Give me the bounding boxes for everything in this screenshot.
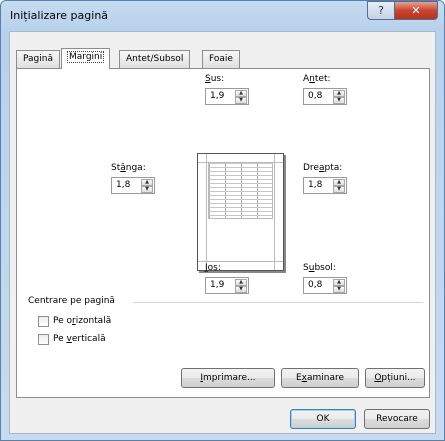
preview-grid xyxy=(208,162,273,219)
help-button[interactable]: ? xyxy=(367,1,395,20)
spin-up-icon[interactable]: ▲ xyxy=(141,179,153,186)
spin-up-icon[interactable]: ▲ xyxy=(333,90,345,97)
print-preview-button[interactable]: Examinare xyxy=(281,368,359,388)
section-separator xyxy=(133,302,423,303)
footer-margin-spinner[interactable]: 0,8 ▲ ▼ xyxy=(303,277,347,294)
help-icon: ? xyxy=(378,4,384,17)
footer-margin-value[interactable]: 0,8 xyxy=(308,280,322,290)
spin-up-icon[interactable]: ▲ xyxy=(235,90,247,97)
options-button[interactable]: Opțiuni... xyxy=(365,368,425,388)
margin-guide xyxy=(198,261,283,262)
margins-panel: Sus: 1,9 ▲ ▼ Antet: 0,8 ▲ ▼ Stânga: 1,8 ▲ ▼… xyxy=(16,68,430,398)
tab-label: Pagină xyxy=(23,54,53,64)
bottom-margin-value[interactable]: 1,9 xyxy=(210,280,224,290)
spin-down-icon[interactable]: ▼ xyxy=(141,186,153,193)
dialog-title: Inițializare pagină xyxy=(10,9,109,22)
button-label: Examinare xyxy=(295,373,345,383)
button-label: Opțiuni... xyxy=(374,373,416,383)
tab-label: Antet/Subsol xyxy=(126,54,184,64)
button-label: OK xyxy=(316,414,330,424)
vertical-center-label[interactable]: Pe verticală xyxy=(53,334,106,344)
spin-up-icon[interactable]: ▲ xyxy=(333,179,345,186)
title-bar[interactable]: Inițializare pagină ? ✕ xyxy=(1,1,444,31)
tab-label: Foaie xyxy=(209,54,233,64)
left-margin-value[interactable]: 1,8 xyxy=(116,180,130,190)
close-button[interactable]: ✕ xyxy=(394,1,438,20)
footer-margin-label: Subsol: xyxy=(303,263,336,273)
header-margin-label: Antet: xyxy=(303,74,331,84)
print-button[interactable]: Imprimare... xyxy=(181,368,275,388)
top-margin-value[interactable]: 1,9 xyxy=(210,91,224,101)
tab-pagina[interactable]: Pagină xyxy=(16,50,60,68)
right-margin-spinner[interactable]: 1,8 ▲ ▼ xyxy=(303,177,347,194)
top-margin-label: Sus: xyxy=(205,74,225,84)
spin-up-icon[interactable]: ▲ xyxy=(333,279,345,286)
ok-button[interactable]: OK xyxy=(290,409,356,429)
button-label: Imprimare... xyxy=(200,373,256,383)
left-margin-spinner[interactable]: 1,8 ▲ ▼ xyxy=(111,177,155,194)
cancel-button[interactable]: Revocare xyxy=(364,409,430,429)
right-margin-label: Dreapta: xyxy=(303,163,343,173)
horizontal-center-checkbox[interactable] xyxy=(38,316,49,327)
button-label: Revocare xyxy=(376,414,418,424)
tab-foaie[interactable]: Foaie xyxy=(202,50,240,68)
vertical-center-checkbox[interactable] xyxy=(38,334,49,345)
dialog-body: Pagină Margini Antet/Subsol Foaie Sus: 1… xyxy=(9,31,436,434)
left-margin-label: Stânga: xyxy=(111,163,146,173)
header-margin-value[interactable]: 0,8 xyxy=(308,91,322,101)
spin-up-icon[interactable]: ▲ xyxy=(235,279,247,286)
center-on-page-title: Centrare pe pagină xyxy=(28,296,115,306)
spin-down-icon[interactable]: ▼ xyxy=(333,286,345,293)
margin-guide xyxy=(206,154,207,270)
spin-down-icon[interactable]: ▼ xyxy=(333,186,345,193)
bottom-margin-spinner[interactable]: 1,9 ▲ ▼ xyxy=(205,277,249,294)
margin-guide xyxy=(274,154,275,270)
tab-antet-subsol[interactable]: Antet/Subsol xyxy=(119,50,191,68)
page-preview xyxy=(197,153,284,271)
tab-margini[interactable]: Margini xyxy=(61,48,111,69)
spin-down-icon[interactable]: ▼ xyxy=(333,97,345,104)
right-margin-value[interactable]: 1,8 xyxy=(308,180,322,190)
bottom-margin-label: Jos: xyxy=(205,263,221,273)
tab-label: Margini xyxy=(66,51,105,63)
page-setup-dialog: Inițializare pagină ? ✕ Pagină Margini A… xyxy=(0,0,445,441)
spin-down-icon[interactable]: ▼ xyxy=(235,97,247,104)
spin-down-icon[interactable]: ▼ xyxy=(235,286,247,293)
top-margin-spinner[interactable]: 1,9 ▲ ▼ xyxy=(205,88,249,105)
horizontal-center-label[interactable]: Pe orizontală xyxy=(53,316,111,326)
close-icon: ✕ xyxy=(411,4,421,17)
header-margin-spinner[interactable]: 0,8 ▲ ▼ xyxy=(303,88,347,105)
